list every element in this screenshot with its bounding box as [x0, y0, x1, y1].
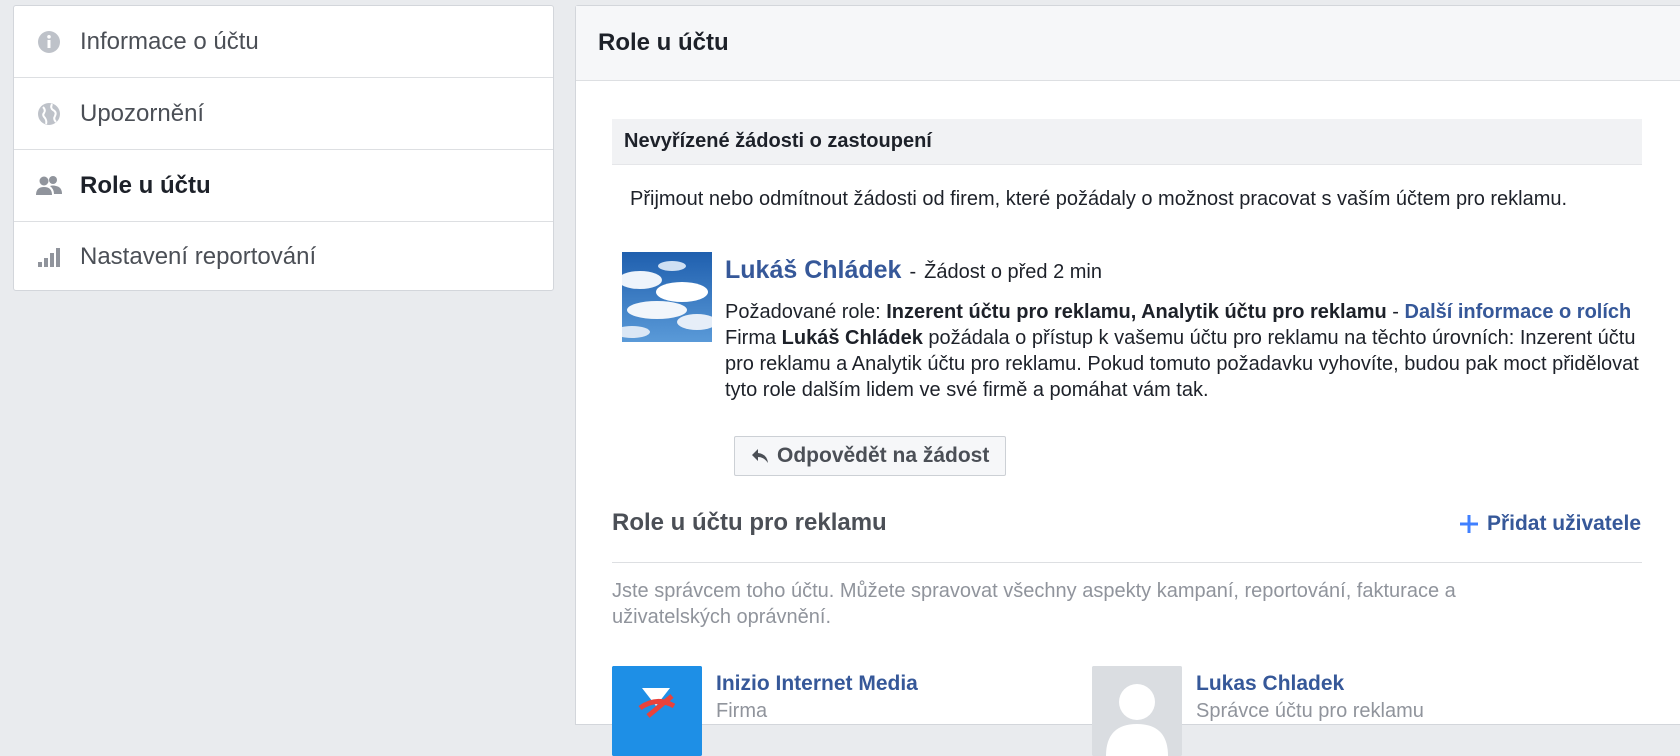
- requested-roles: Požadované role: Inzerent účtu pro rekla…: [725, 299, 1655, 325]
- add-user-label: Přidat uživatele: [1486, 512, 1641, 535]
- sidebar-item-label: Informace o účtu: [80, 27, 259, 55]
- desc-company-name: Lukáš Chládek: [781, 327, 923, 349]
- bar-chart-icon: [36, 244, 62, 270]
- separator: -: [909, 261, 917, 283]
- sidebar-item-account-info[interactable]: Informace o účtu: [14, 6, 553, 78]
- plus-icon: [1459, 514, 1479, 534]
- admin-note: Jste správcem toho účtu. Můžete spravova…: [612, 580, 1456, 628]
- user-card: Lukas Chladek Správce účtu pro reklamu: [1092, 666, 1424, 756]
- requester-name-link[interactable]: Lukáš Chládek: [725, 256, 901, 285]
- user-name-link[interactable]: Lukas Chladek: [1196, 672, 1424, 696]
- sidebar-item-label: Upozornění: [80, 99, 205, 127]
- sidebar-item-label: Role u účtu: [80, 171, 211, 199]
- pending-requests-header: Nevyřízené žádosti o zastoupení: [612, 119, 1642, 165]
- respond-to-request-button[interactable]: Odpovědět na žádost: [734, 436, 1007, 476]
- sidebar-item-account-roles[interactable]: Role u účtu: [14, 150, 553, 222]
- requester-photo[interactable]: [622, 252, 712, 342]
- request-description: Firma Lukáš Chládek požádala o přístup k…: [725, 325, 1655, 403]
- request-details: Lukáš Chládek - Žádost o před 2 min Poža…: [725, 256, 1655, 403]
- panel-header: Role u účtu: [576, 6, 1680, 81]
- main-panel: Role u účtu Nevyřízené žádosti o zastoup…: [575, 5, 1680, 756]
- sidebar-item-notifications[interactable]: Upozornění: [14, 78, 553, 150]
- ad-account-roles-title: Role u účtu pro reklamu: [612, 509, 887, 536]
- pending-intro-text: Přijmout nebo odmítnout žádosti od firem…: [630, 188, 1568, 210]
- pending-requests-title: Nevyřízené žádosti o zastoupení: [624, 130, 932, 152]
- desc-prefix: Firma: [725, 327, 777, 349]
- divider: [612, 562, 1642, 563]
- sidebar: Informace o účtu Upozornění Role u účtu …: [13, 5, 554, 291]
- add-user-button[interactable]: Přidat uživatele: [1459, 512, 1641, 536]
- sidebar-item-reporting-settings[interactable]: Nastavení reportování: [14, 222, 553, 292]
- user-name-link[interactable]: Inizio Internet Media: [716, 672, 918, 696]
- people-icon: [36, 173, 62, 199]
- sidebar-item-label: Nastavení reportování: [80, 243, 317, 270]
- user-card: Inizio Internet Media Firma: [612, 666, 918, 756]
- roles-label: Požadované role:: [725, 301, 881, 323]
- request-time: Žádost o před 2 min: [924, 261, 1102, 283]
- respond-button-label: Odpovědět na žádost: [777, 444, 990, 467]
- roles-info-link[interactable]: Další informace o rolích: [1405, 301, 1632, 323]
- page-title: Role u účtu: [598, 29, 729, 56]
- company-logo[interactable]: [612, 666, 702, 756]
- reply-arrow-icon: [751, 448, 769, 464]
- globe-icon: [36, 101, 62, 127]
- separator: -: [1392, 301, 1399, 323]
- info-icon: [36, 29, 62, 55]
- avatar[interactable]: [1092, 666, 1182, 756]
- roles-value: Inzerent účtu pro reklamu, Analytik účtu…: [886, 301, 1387, 323]
